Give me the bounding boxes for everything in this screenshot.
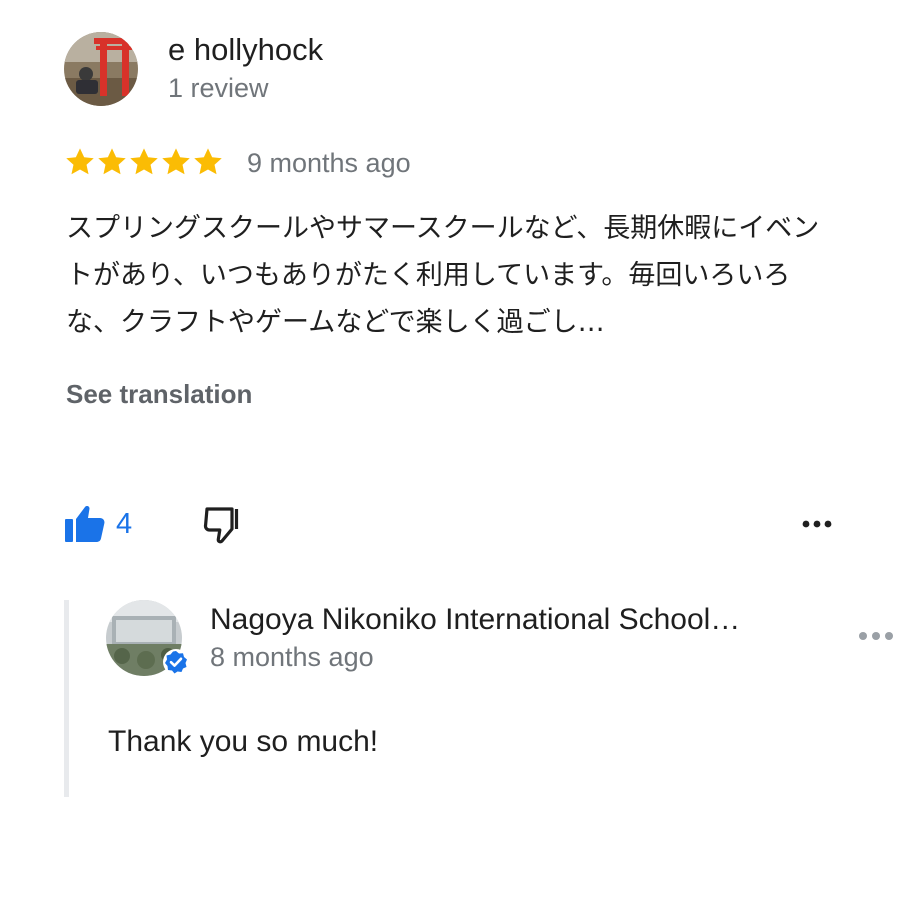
like-button[interactable]: 4 bbox=[64, 502, 132, 546]
owner-reply-more-button[interactable] bbox=[856, 624, 900, 648]
see-translation-link[interactable]: See translation bbox=[66, 376, 252, 412]
star-rating bbox=[64, 146, 224, 180]
star-icon bbox=[162, 148, 190, 175]
thumbs-up-filled-icon bbox=[65, 506, 105, 542]
owner-name[interactable]: Nagoya Nikoniko International School… bbox=[210, 600, 820, 640]
review-more-button[interactable] bbox=[796, 508, 838, 540]
review-time: 9 months ago bbox=[247, 148, 411, 178]
reply-indent-bar bbox=[64, 600, 69, 797]
reviewer-name[interactable]: e hollyhock bbox=[168, 30, 323, 70]
star-icon bbox=[98, 148, 126, 175]
star-icon bbox=[66, 148, 94, 175]
more-horizontal-icon bbox=[859, 632, 893, 640]
star-icon bbox=[130, 148, 158, 175]
more-horizontal-icon bbox=[802, 520, 832, 528]
dislike-button[interactable] bbox=[202, 503, 244, 545]
review-text[interactable]: スプリングスクールやサマースクールなど、長期休暇にイベントがあり、いつもありがた… bbox=[66, 205, 836, 346]
verified-check-icon bbox=[163, 649, 189, 675]
owner-reply-time: 8 months ago bbox=[210, 642, 374, 672]
thumbs-down-outline-icon bbox=[203, 507, 239, 544]
reviewer-avatar[interactable] bbox=[64, 32, 138, 106]
owner-reply-text: Thank you so much! bbox=[108, 725, 379, 758]
avatar-photo bbox=[64, 32, 138, 106]
star-icon bbox=[194, 148, 222, 175]
owner-avatar[interactable] bbox=[106, 600, 189, 676]
reviewer-review-count: 1 review bbox=[168, 73, 269, 103]
like-count: 4 bbox=[116, 508, 133, 540]
